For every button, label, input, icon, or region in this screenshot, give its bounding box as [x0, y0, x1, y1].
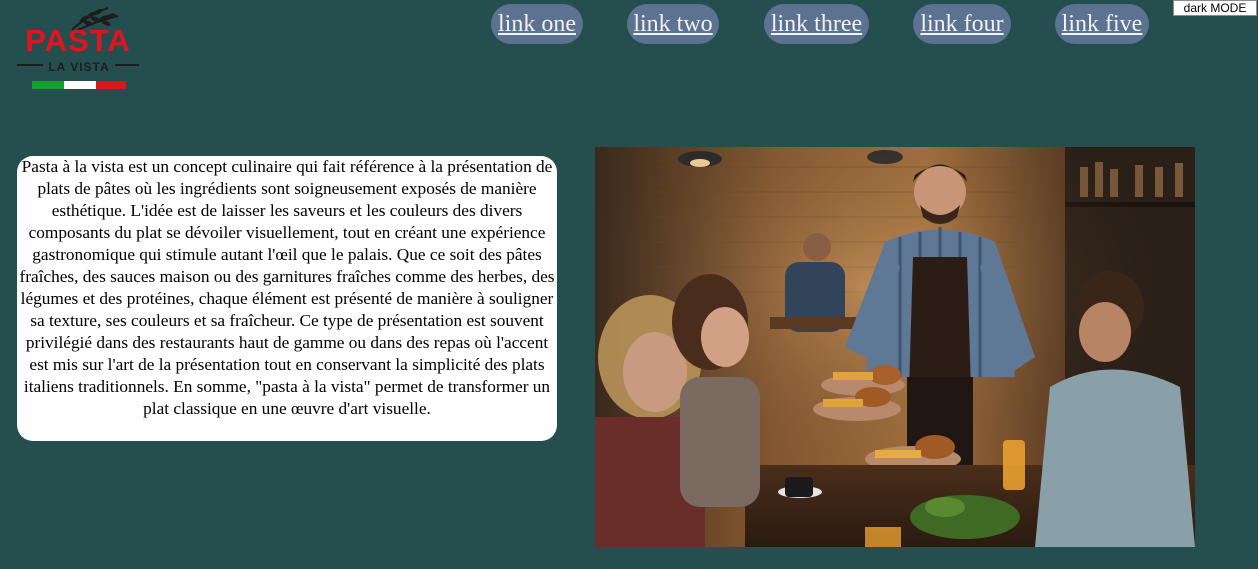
nav-link-four[interactable]: link four	[913, 4, 1011, 44]
logo-subtitle: LA VISTA	[48, 60, 110, 74]
nav-link-five[interactable]: link five	[1055, 4, 1149, 44]
page: PASTA LA VISTA link one link two link th…	[0, 0, 1258, 569]
dark-mode-button[interactable]: dark MODE	[1173, 0, 1257, 16]
nav-link-three[interactable]: link three	[764, 4, 869, 44]
nav-link-two[interactable]: link two	[627, 4, 719, 44]
logo[interactable]: PASTA LA VISTA	[14, 6, 144, 92]
restaurant-photo	[595, 147, 1195, 547]
logo-title: PASTA	[25, 23, 131, 58]
nav-link-one[interactable]: link one	[491, 4, 583, 44]
intro-text: Pasta à la vista est un concept culinair…	[17, 156, 557, 441]
